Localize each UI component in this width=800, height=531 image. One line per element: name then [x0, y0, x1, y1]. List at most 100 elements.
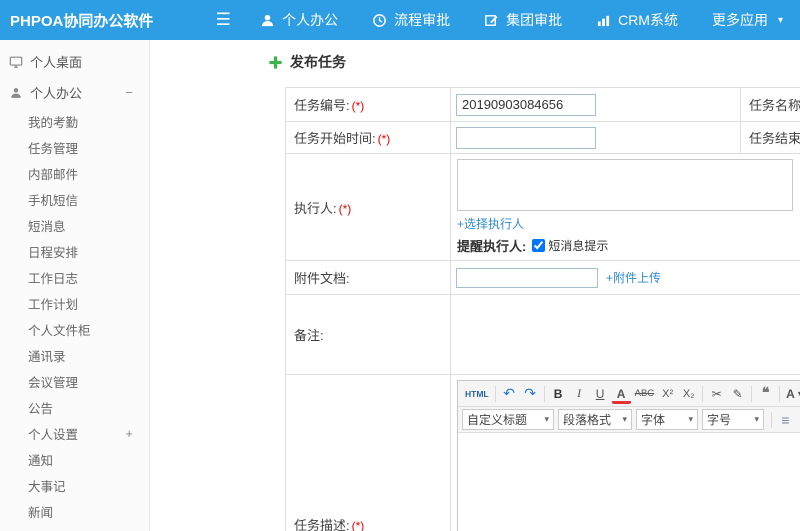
- required-marker: (*): [351, 99, 365, 113]
- strikethrough-button[interactable]: ABC: [633, 384, 657, 404]
- align-left-button[interactable]: ≡: [776, 410, 795, 430]
- executor-textarea[interactable]: [457, 159, 793, 211]
- remind-executor-label: 提醒执行人:: [457, 239, 527, 254]
- sidebar-item-milestones[interactable]: 大事记: [0, 472, 149, 498]
- format-brush-button[interactable]: ✎: [728, 384, 747, 404]
- form-row-task-no: 任务编号:(*) 任务名称:(*): [285, 87, 800, 122]
- expand-icon[interactable]: +: [125, 426, 133, 441]
- sidebar-item-notice[interactable]: 通知: [0, 446, 149, 472]
- toolbar-separator: [779, 385, 781, 402]
- add-icon: [268, 55, 283, 70]
- page-title: 发布任务: [290, 54, 346, 70]
- sidebar-item-work-log[interactable]: 工作日志: [0, 264, 149, 290]
- superscript-button[interactable]: X²: [658, 384, 677, 404]
- main-content: 发布任务 任务编号:(*) 任务名称:(*) 任务开始时间:(*) 任务结束时间…: [150, 40, 800, 531]
- font-style-dropdown-button[interactable]: A ▾: [784, 384, 800, 404]
- toolbar-separator: [771, 411, 772, 428]
- editor-content-area[interactable]: [458, 433, 800, 531]
- start-time-label: 任务开始时间: (*): [285, 121, 451, 154]
- form-row-attachment: 附件文档: +附件上传: [285, 260, 800, 295]
- html-source-button[interactable]: HTML: [463, 384, 491, 404]
- custom-heading-select[interactable]: 自定义标题 ▾: [462, 409, 554, 430]
- toolbar-separator: [751, 385, 753, 402]
- sidebar-item-short-message[interactable]: 短消息: [0, 212, 149, 238]
- blockquote-button[interactable]: ❝: [756, 384, 775, 404]
- task-name-label: 任务名称:(*): [740, 87, 800, 122]
- top-menu-personal-office[interactable]: 个人办公: [243, 0, 355, 40]
- top-menu: 个人办公 流程审批 集团审批 CRM系统 更多应用 ▾: [243, 0, 800, 40]
- description-label: 任务描述: (*): [285, 374, 451, 531]
- subscript-button[interactable]: X₂: [679, 384, 698, 404]
- caret-down-icon: ▾: [544, 414, 549, 424]
- form-row-time: 任务开始时间:(*) 任务结束时间:(*): [285, 121, 800, 154]
- start-time-input[interactable]: [456, 126, 596, 149]
- crm-chart-icon: [596, 13, 611, 28]
- page-header: 发布任务: [268, 52, 346, 72]
- sidebar-item-work-plan[interactable]: 工作计划: [0, 290, 149, 316]
- toolbar-separator: [494, 385, 496, 402]
- app-brand: PHPOA协同办公软件: [10, 12, 154, 30]
- choose-executor-link[interactable]: +选择执行人: [457, 215, 524, 232]
- group-approval-icon: [484, 13, 499, 28]
- sidebar-item-announcement[interactable]: 公告: [0, 394, 149, 420]
- sidebar-item-label: 个人桌面: [30, 55, 83, 70]
- font-size-select[interactable]: 字号 ▾: [702, 409, 764, 430]
- editor-toolbar-row1: HTML ↶ ↷ B I U A ABC X² X₂ ✂ ✎ ❝ A: [458, 381, 800, 407]
- task-form: 任务编号:(*) 任务名称:(*) 任务开始时间:(*) 任务结束时间:(*) …: [285, 87, 800, 531]
- desktop-icon: [9, 55, 23, 69]
- top-menu-group-approval[interactable]: 集团审批: [467, 0, 579, 40]
- top-menu-more-apps[interactable]: 更多应用 ▾: [695, 0, 800, 40]
- sidebar-item-contacts[interactable]: 通讯录: [0, 342, 149, 368]
- paragraph-format-select[interactable]: 段落格式 ▾: [558, 409, 632, 430]
- user-icon: [9, 86, 23, 100]
- sidebar-item-schedule[interactable]: 日程安排: [0, 238, 149, 264]
- collapse-icon[interactable]: −: [125, 85, 133, 100]
- remark-label: 备注:: [285, 294, 451, 375]
- end-time-label: 任务结束时间:(*): [740, 121, 800, 154]
- underline-button[interactable]: U: [591, 384, 610, 404]
- undo-button[interactable]: ↶: [500, 384, 519, 404]
- sidebar-item-mobile-sms[interactable]: 手机短信: [0, 186, 149, 212]
- sidebar: 个人桌面 个人办公 − 我的考勤 任务管理 内部邮件 手机短信 短消息 日程安排…: [0, 40, 150, 531]
- sidebar-item-news[interactable]: 新闻: [0, 498, 149, 524]
- task-no-input[interactable]: [456, 93, 596, 116]
- bold-button[interactable]: B: [549, 384, 568, 404]
- attachment-input[interactable]: [456, 267, 598, 288]
- sidebar-item-desktop[interactable]: 个人桌面: [0, 46, 149, 77]
- font-family-select[interactable]: 字体 ▾: [636, 409, 698, 430]
- sidebar-item-settings[interactable]: 个人设置 +: [0, 420, 149, 446]
- sidebar-item-attendance[interactable]: 我的考勤: [0, 108, 149, 134]
- sidebar-item-meeting[interactable]: 会议管理: [0, 368, 149, 394]
- sidebar-item-task-management[interactable]: 任务管理: [0, 134, 149, 160]
- redo-button[interactable]: ↷: [521, 384, 540, 404]
- font-color-button[interactable]: A: [611, 387, 631, 404]
- caret-down-icon: ▾: [688, 414, 693, 424]
- attachment-upload-link[interactable]: +附件上传: [606, 269, 661, 286]
- required-marker: (*): [351, 519, 365, 531]
- sidebar-group-label: 个人办公: [30, 86, 83, 101]
- sidebar-item-file-cabinet[interactable]: 个人文件柜: [0, 316, 149, 342]
- caret-down-icon: ▾: [754, 414, 759, 424]
- form-row-remark: 备注:: [285, 294, 800, 375]
- form-row-executor: 执行人: (*) +选择执行人 提醒执行人: 短消息提示: [285, 153, 800, 261]
- editor-toolbar-row2: 自定义标题▾ 段落格式▾ 字体▾ 字号▾ ≡ ≡ ≡: [458, 407, 800, 433]
- remark-textarea[interactable]: [450, 294, 800, 375]
- sidebar-item-internal-mail[interactable]: 内部邮件: [0, 160, 149, 186]
- executor-label: 执行人: (*): [285, 153, 451, 261]
- sms-remind-checkbox[interactable]: [532, 239, 546, 252]
- form-row-description: 任务描述: (*) HTML ↶ ↷ B I U A ABC X² X₂ ✂ ✎…: [285, 374, 800, 531]
- required-marker: (*): [377, 132, 391, 146]
- rich-text-editor: HTML ↶ ↷ B I U A ABC X² X₂ ✂ ✎ ❝ A 自定义标题…: [457, 380, 800, 531]
- topbar: PHPOA协同办公软件 ☰ 个人办公 流程审批 集团审批 CRM系统 更多应用 …: [0, 0, 800, 40]
- top-menu-process-approval[interactable]: 流程审批: [355, 0, 467, 40]
- sms-remind-label: 短消息提示: [548, 239, 609, 253]
- task-no-label: 任务编号: (*): [285, 87, 451, 122]
- sidebar-group-personal-office[interactable]: 个人办公 −: [0, 77, 149, 108]
- hamburger-menu-icon[interactable]: ☰: [211, 10, 235, 30]
- toolbar-separator: [702, 385, 704, 402]
- top-menu-label: 集团审批: [506, 12, 563, 28]
- remind-executor-row: 提醒执行人: 短消息提示: [457, 236, 800, 255]
- top-menu-crm[interactable]: CRM系统: [579, 0, 695, 40]
- remove-format-button[interactable]: ✂: [707, 384, 726, 404]
- italic-button[interactable]: I: [570, 384, 589, 404]
